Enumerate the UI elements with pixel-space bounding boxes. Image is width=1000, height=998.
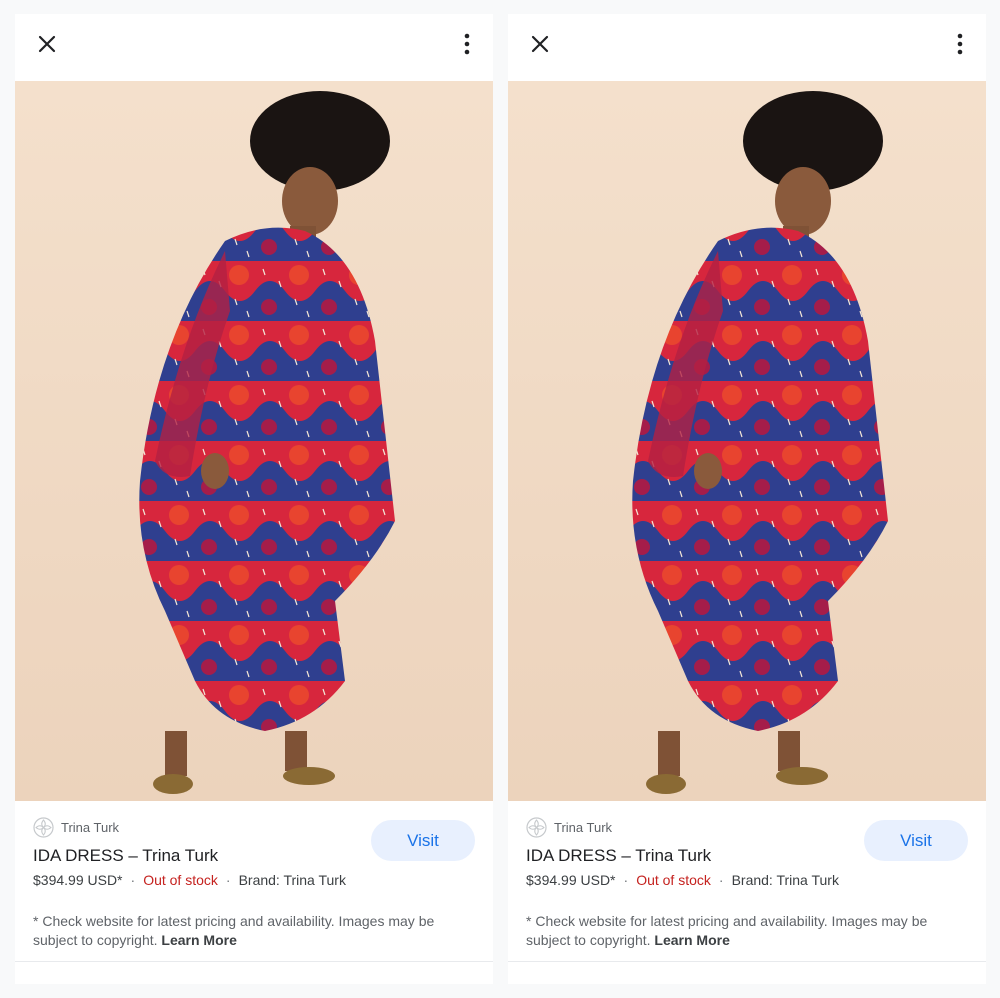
close-icon[interactable] xyxy=(33,30,61,58)
brand-label: Brand: Trina Turk xyxy=(238,872,346,888)
product-panel-right: Trina Turk Visit IDA DRESS – Trina Turk … xyxy=(508,14,986,984)
product-price: $394.99 USD* xyxy=(33,872,123,888)
separator: · xyxy=(130,872,136,888)
brand-row[interactable]: Trina Turk xyxy=(33,816,119,838)
separator: · xyxy=(225,872,231,888)
more-vert-icon[interactable] xyxy=(453,30,481,58)
product-panel-left: Trina Turk Visit IDA DRESS – Trina Turk … xyxy=(15,14,493,984)
brand-row[interactable]: Trina Turk xyxy=(526,816,612,838)
visit-button[interactable]: Visit xyxy=(371,820,475,861)
product-info: Trina Turk Visit IDA DRESS – Trina Turk … xyxy=(508,801,986,984)
close-icon[interactable] xyxy=(526,30,554,58)
disclaimer: * Check website for latest pricing and a… xyxy=(33,912,473,950)
product-meta: $394.99 USD* · Out of stock · Brand: Tri… xyxy=(33,872,346,888)
learn-more-link[interactable]: Learn More xyxy=(161,932,236,948)
brand-name: Trina Turk xyxy=(554,819,613,835)
availability-status: Out of stock xyxy=(143,872,218,888)
product-title: IDA DRESS – Trina Turk xyxy=(526,846,712,865)
panel-header xyxy=(15,14,493,81)
separator: · xyxy=(623,872,629,888)
product-image[interactable] xyxy=(15,81,493,801)
brand-logo-icon xyxy=(33,816,54,838)
learn-more-link[interactable]: Learn More xyxy=(654,932,729,948)
divider xyxy=(15,961,493,962)
product-meta: $394.99 USD* · Out of stock · Brand: Tri… xyxy=(526,872,839,888)
divider xyxy=(508,961,986,962)
brand-label: Brand: Trina Turk xyxy=(731,872,839,888)
separator: · xyxy=(718,872,724,888)
availability-status: Out of stock xyxy=(636,872,711,888)
product-image[interactable] xyxy=(508,81,986,801)
brand-name: Trina Turk xyxy=(61,819,120,835)
more-vert-icon[interactable] xyxy=(946,30,974,58)
product-info: Trina Turk Visit IDA DRESS – Trina Turk … xyxy=(15,801,493,984)
visit-button[interactable]: Visit xyxy=(864,820,968,861)
product-price: $394.99 USD* xyxy=(526,872,616,888)
brand-logo-icon xyxy=(526,816,547,838)
panel-header xyxy=(508,14,986,81)
product-title: IDA DRESS – Trina Turk xyxy=(33,846,219,865)
disclaimer: * Check website for latest pricing and a… xyxy=(526,912,966,950)
